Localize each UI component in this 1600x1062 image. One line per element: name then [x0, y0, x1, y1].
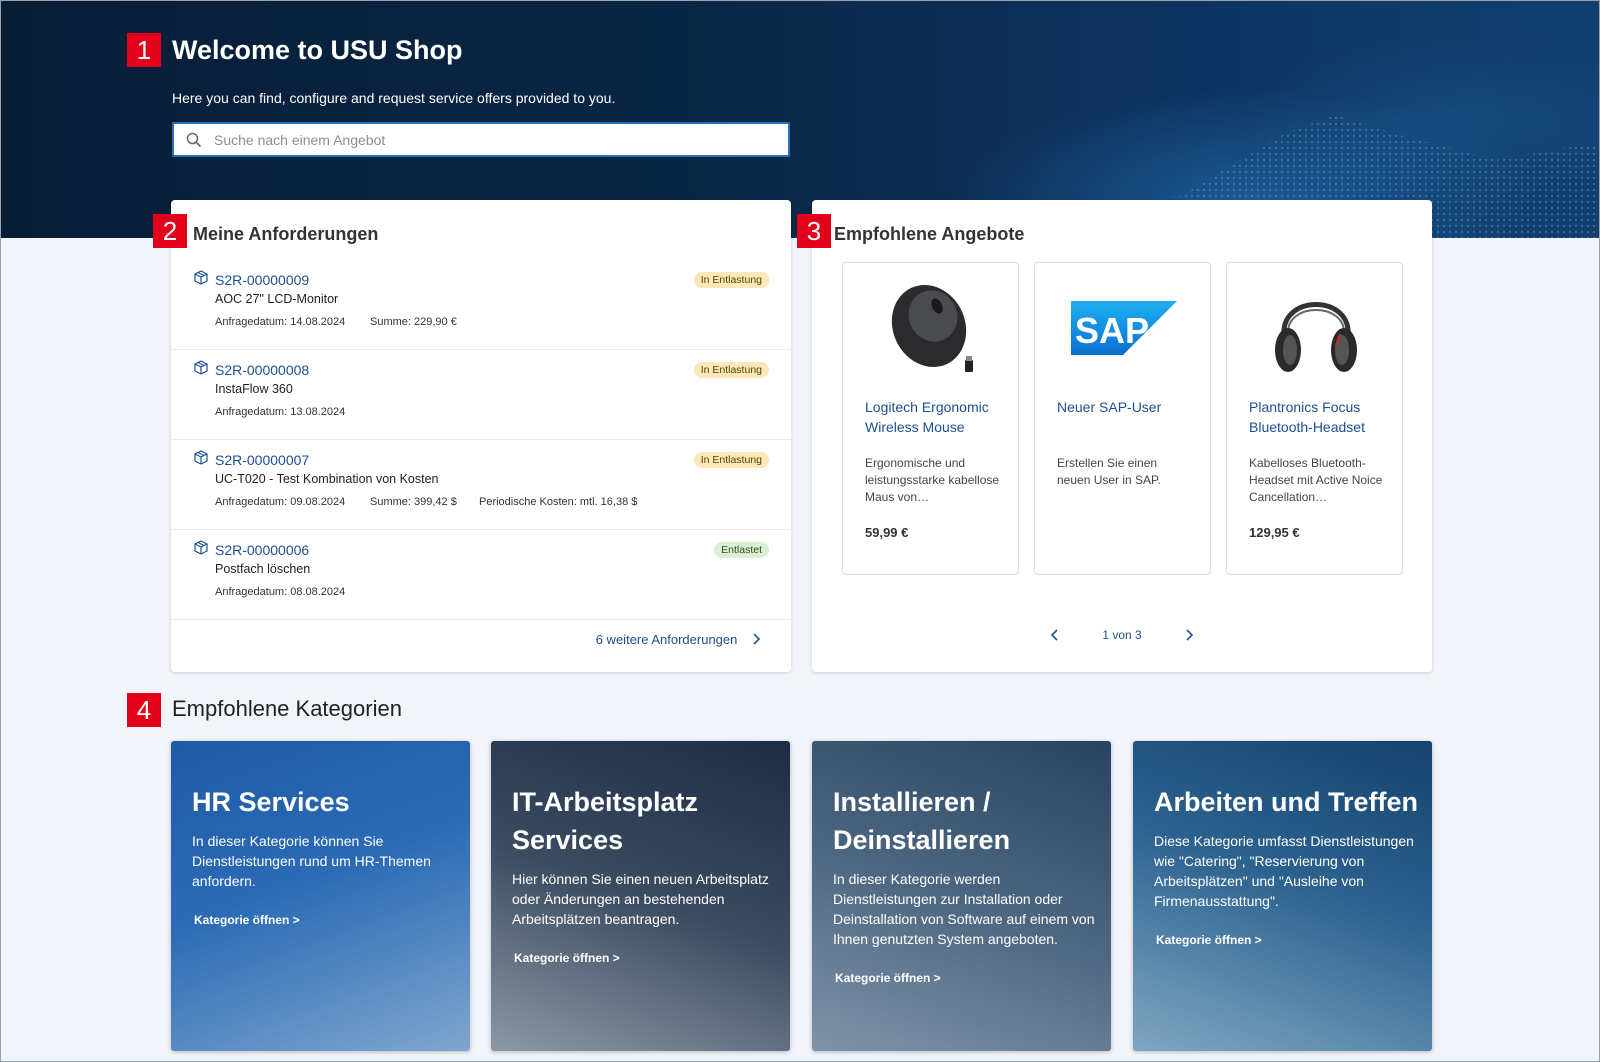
category-open-link[interactable]: Kategorie öffnen > — [512, 951, 777, 965]
svg-text:SAP: SAP — [1075, 310, 1149, 351]
category-tile-work-meet[interactable]: Arbeiten und Treffen Diese Kategorie umf… — [1133, 741, 1432, 1051]
callout-badge-3: 3 — [797, 214, 831, 248]
callout-badge-4: 4 — [127, 693, 161, 727]
request-row[interactable]: S2R-00000007 UC-T020 - Test Kombination … — [171, 440, 791, 530]
package-icon — [194, 540, 208, 555]
search-input[interactable] — [214, 131, 754, 148]
search-box[interactable] — [172, 122, 790, 157]
offer-name[interactable]: Plantronics Focus Bluetooth-Headset — [1249, 397, 1389, 437]
category-description: Diese Kategorie umfasst Dienstleistungen… — [1154, 833, 1414, 909]
request-date: Anfragedatum: 09.08.2024 — [215, 496, 346, 508]
status-badge: In Entlastung — [693, 272, 769, 288]
offers-title: Empfohlene Angebote — [834, 224, 1025, 244]
category-description: Hier können Sie einen neuen Arbeitsplatz… — [512, 871, 769, 927]
page-subtitle: Here you can find, configure and request… — [172, 90, 616, 106]
request-name: InstaFlow 360 — [215, 382, 293, 396]
request-name: Postfach löschen — [215, 562, 311, 576]
request-date: Anfragedatum: 14.08.2024 — [215, 316, 346, 328]
package-icon — [194, 360, 208, 375]
more-requests-link[interactable]: 6 weitere Anforderungen — [171, 630, 761, 647]
mouse-image — [863, 273, 1000, 383]
pager-prev-button[interactable] — [1048, 628, 1062, 642]
headset-image — [1247, 273, 1384, 383]
offer-name[interactable]: Neuer SAP-User — [1057, 397, 1197, 417]
requests-list: S2R-00000009 AOC 27" LCD-Monitor Anfrage… — [171, 260, 791, 620]
request-row[interactable]: S2R-00000009 AOC 27" LCD-Monitor Anfrage… — [171, 260, 791, 350]
request-row[interactable]: S2R-00000008 InstaFlow 360 Anfragedatum:… — [171, 350, 791, 440]
category-open-link[interactable]: Kategorie öffnen > — [833, 971, 1098, 985]
requests-title: Meine Anforderungen — [193, 224, 379, 244]
offer-price: 129,95 € — [1249, 525, 1300, 540]
sap-logo: SAP — [1055, 273, 1192, 383]
offer-price: 59,99 € — [865, 525, 909, 540]
request-date: Anfragedatum: 08.08.2024 — [215, 586, 346, 598]
category-tile-install[interactable]: Installieren / Deinstallieren In dieser … — [812, 741, 1111, 1051]
package-icon — [194, 450, 208, 465]
offer-tile[interactable]: SAP Neuer SAP-User Erstellen Sie einen n… — [1034, 262, 1211, 575]
offers-pager: 1 von 3 — [812, 628, 1432, 642]
pager-next-button[interactable] — [1182, 628, 1196, 642]
offer-description: Kabelloses Bluetooth-Headset mit Active … — [1249, 456, 1383, 504]
request-periodic-cost: Periodische Kosten: mtl. 16,38 $ — [479, 496, 638, 508]
request-sum: Summe: 399,42 $ — [370, 496, 457, 508]
search-icon — [186, 132, 202, 147]
callout-badge-2: 2 — [153, 214, 187, 248]
requests-card: Meine Anforderungen S2R-00000009 AOC 27"… — [171, 200, 791, 672]
category-title: HR Services — [192, 787, 350, 817]
callout-badge-1: 1 — [127, 33, 161, 67]
status-badge: In Entlastung — [693, 362, 769, 378]
offer-description: Ergonomische und leistungsstarke kabello… — [865, 456, 1000, 504]
request-date: Anfragedatum: 13.08.2024 — [215, 406, 346, 418]
request-name: UC-T020 - Test Kombination von Kosten — [215, 472, 439, 486]
category-title: Installieren / Deinstallieren — [833, 787, 1011, 855]
request-row[interactable]: S2R-00000006 Postfach löschen Anfragedat… — [171, 530, 791, 620]
chevron-right-icon — [753, 633, 761, 645]
request-name: AOC 27" LCD-Monitor — [215, 292, 339, 306]
offer-tile[interactable]: Logitech Ergonomic Wireless Mouse Ergono… — [842, 262, 1019, 575]
status-badge: Entlastet — [714, 542, 769, 558]
request-sum: Summe: 229,90 € — [370, 316, 457, 328]
categories-title: Empfohlene Kategorien — [172, 696, 402, 721]
category-title: Arbeiten und Treffen — [1154, 787, 1419, 817]
category-open-link[interactable]: Kategorie öffnen > — [1154, 933, 1419, 947]
page-title: Welcome to USU Shop — [172, 35, 463, 65]
request-id[interactable]: S2R-00000008 — [215, 362, 309, 378]
request-id[interactable]: S2R-00000009 — [215, 272, 309, 288]
pager-label: 1 von 3 — [1102, 628, 1142, 642]
request-id[interactable]: S2R-00000007 — [215, 452, 309, 468]
offer-description: Erstellen Sie einen neuen User in SAP. — [1057, 456, 1161, 487]
more-requests-label: 6 weitere Anforderungen — [595, 632, 738, 647]
category-tile-hr[interactable]: HR Services In dieser Kategorie können S… — [171, 741, 470, 1051]
category-description: In dieser Kategorie können Sie Dienstlei… — [192, 833, 431, 889]
category-tile-it-workplace[interactable]: IT-Arbeitsplatz Services Hier können Sie… — [491, 741, 790, 1051]
request-id[interactable]: S2R-00000006 — [215, 542, 309, 558]
offer-tile[interactable]: Plantronics Focus Bluetooth-Headset Kabe… — [1226, 262, 1403, 575]
offer-name[interactable]: Logitech Ergonomic Wireless Mouse — [865, 397, 1005, 437]
package-icon — [194, 270, 208, 285]
category-title: IT-Arbeitsplatz Services — [512, 787, 699, 855]
status-badge: In Entlastung — [693, 452, 769, 468]
category-description: In dieser Kategorie werden Dienstleistun… — [833, 871, 1095, 947]
category-open-link[interactable]: Kategorie öffnen > — [192, 913, 457, 927]
chevron-left-icon — [1051, 629, 1058, 641]
chevron-right-icon — [1186, 629, 1193, 641]
page: 1 Welcome to USU Shop Here you can find,… — [0, 0, 1600, 1062]
offers-card: Empfohlene Angebote Logitech Ergonomic W… — [812, 200, 1432, 672]
